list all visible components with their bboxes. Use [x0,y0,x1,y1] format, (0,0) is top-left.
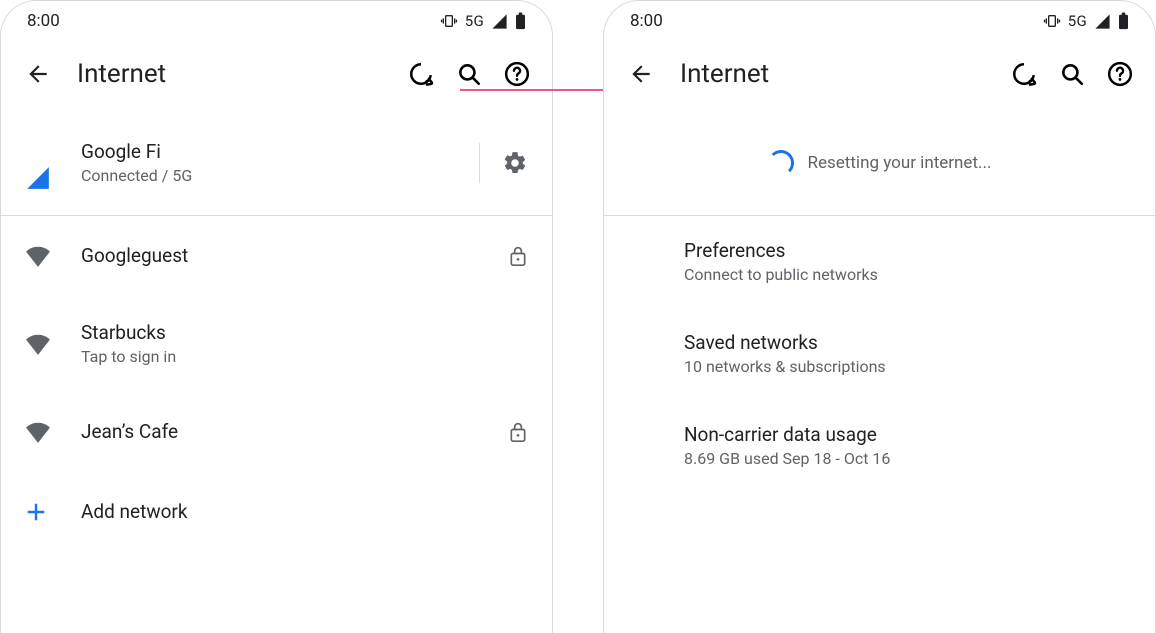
wifi-sub: Tap to sign in [81,347,528,367]
battery-icon [515,12,526,30]
resetting-label: Resetting your internet... [808,153,992,173]
plus-icon [25,501,47,523]
app-bar: Internet [1,37,552,111]
phone-screen-right: 8:00 5G Internet [603,0,1156,633]
preferences-row[interactable]: Preferences Connect to public networks [604,216,1155,308]
gear-icon[interactable] [502,150,528,176]
carrier-row[interactable]: Google Fi Connected / 5G [1,111,552,215]
item-title: Saved networks [684,331,1131,355]
signal-icon [491,13,508,30]
wifi-row[interactable]: Jean’s Cafe [1,392,552,472]
back-icon[interactable] [25,61,51,87]
wifi-icon [25,333,51,355]
phone-screen-left: 8:00 5G Internet [0,0,553,633]
status-network: 5G [465,12,484,30]
status-network: 5G [1068,12,1087,30]
wifi-name: Jean’s Cafe [81,420,508,444]
status-right: 5G [440,12,526,30]
wifi-name: Googleguest [81,244,508,268]
help-icon[interactable] [1107,61,1133,87]
wifi-row[interactable]: Googleguest [1,216,552,296]
item-sub: 10 networks & subscriptions [684,357,1131,377]
vertical-divider [479,143,480,183]
search-icon[interactable] [1059,61,1085,87]
page-title: Internet [77,59,408,89]
battery-icon [1118,12,1129,30]
carrier-name: Google Fi [81,140,465,164]
wifi-name: Starbucks [81,321,528,345]
data-usage-row[interactable]: Non-carrier data usage 8.69 GB used Sep … [604,400,1155,492]
saved-networks-row[interactable]: Saved networks 10 networks & subscriptio… [604,308,1155,400]
wifi-icon [25,421,51,443]
wifi-list: Googleguest Starbucks Tap to sign in Jea… [1,216,552,552]
signal-icon [1094,13,1111,30]
reset-internet-icon[interactable] [408,61,434,87]
app-bar: Internet [604,37,1155,111]
vibrate-icon [440,13,458,29]
signal-triangle-icon [25,165,51,191]
add-network-label: Add network [81,500,528,524]
wifi-row[interactable]: Starbucks Tap to sign in [1,296,552,392]
add-network-row[interactable]: Add network [1,472,552,552]
item-sub: Connect to public networks [684,265,1131,285]
item-title: Non-carrier data usage [684,423,1131,447]
reset-internet-icon[interactable] [1011,61,1037,87]
status-bar: 8:00 5G [1,1,552,37]
lock-icon [508,244,528,268]
spinner-icon [768,150,794,176]
search-icon[interactable] [456,61,482,87]
status-time: 8:00 [27,11,60,31]
vibrate-icon [1043,13,1061,29]
wifi-icon [25,245,51,267]
carrier-status: Connected / 5G [81,166,465,186]
status-time: 8:00 [630,11,663,31]
resetting-banner: Resetting your internet... [604,111,1155,215]
item-sub: 8.69 GB used Sep 18 - Oct 16 [684,449,1131,469]
status-right: 5G [1043,12,1129,30]
back-icon[interactable] [628,61,654,87]
item-title: Preferences [684,239,1131,263]
settings-list: Preferences Connect to public networks S… [604,216,1155,492]
page-title: Internet [680,59,1011,89]
lock-icon [508,420,528,444]
help-icon[interactable] [504,61,530,87]
status-bar: 8:00 5G [604,1,1155,37]
